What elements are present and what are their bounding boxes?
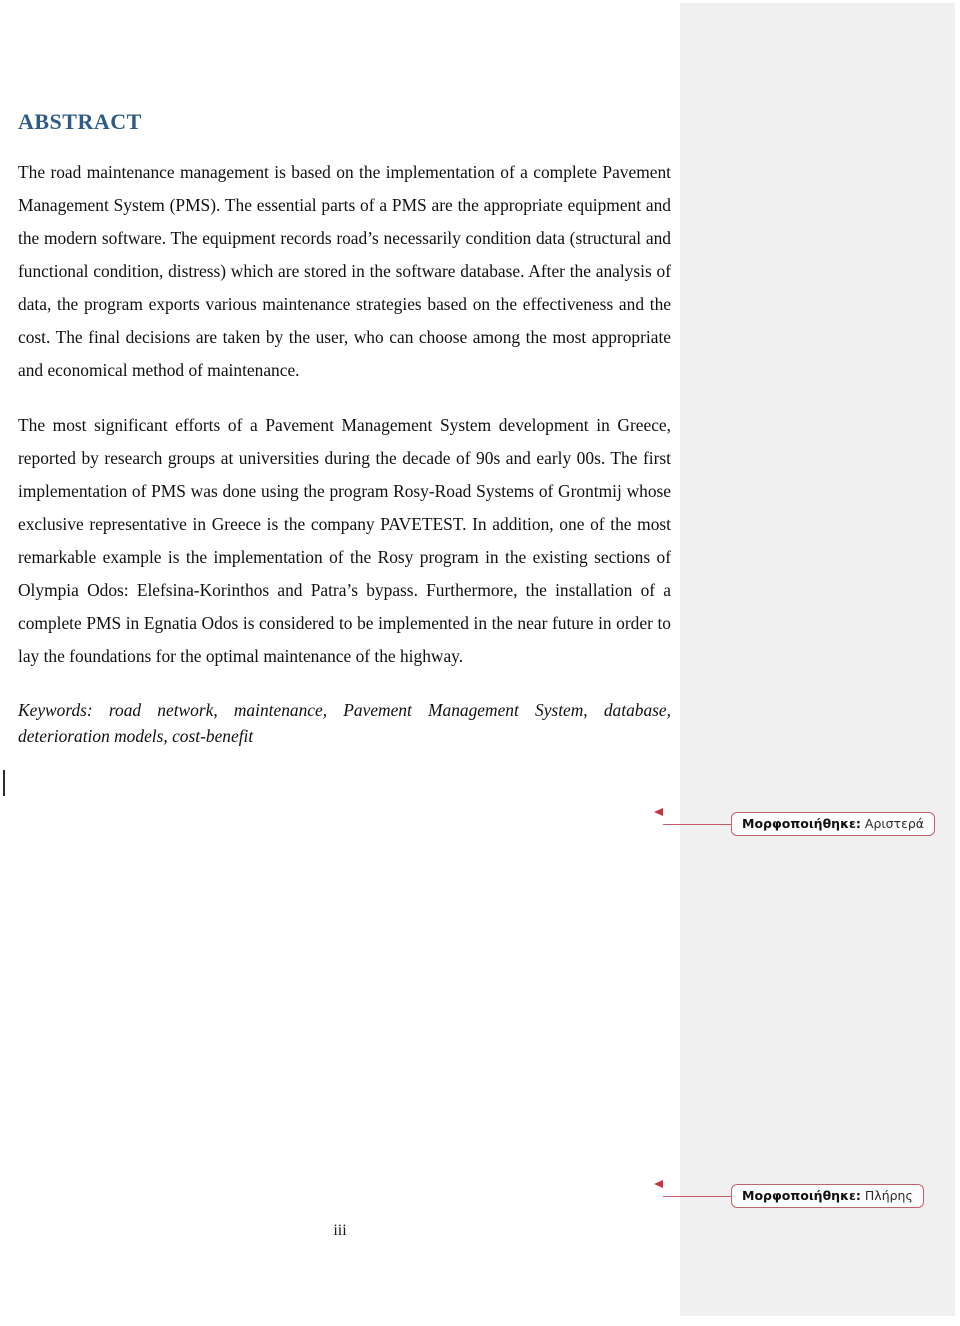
callout-leader-line (663, 1195, 731, 1197)
comment-margin-panel (680, 3, 955, 1316)
comment-callout-formatted-left[interactable]: Μορφοποιήθηκε: Αριστερά (654, 808, 936, 836)
callout-bubble[interactable]: Μορφοποιήθηκε: Πλήρης (731, 1184, 924, 1208)
document-page: ABSTRACT The road maintenance management… (0, 0, 680, 1326)
callout-value: Αριστερά (864, 816, 925, 831)
callout-arrow-icon (654, 1180, 663, 1188)
keywords-line: Keywords: road network, maintenance, Pav… (18, 700, 671, 747)
abstract-paragraph-1: The road maintenance management is based… (18, 162, 671, 381)
callout-leader-line (663, 823, 731, 825)
callout-arrow-icon (654, 808, 663, 816)
comment-callout-formatted-justified[interactable]: Μορφοποιήθηκε: Πλήρης (654, 1180, 924, 1208)
text-column: ABSTRACT The road maintenance management… (18, 109, 671, 749)
abstract-paragraph-2: The most significant efforts of a Paveme… (18, 415, 671, 667)
revision-change-bar (3, 770, 5, 796)
keywords-block: Keywords: road network, maintenance, Pav… (18, 697, 671, 749)
callout-value: Πλήρης (864, 1188, 913, 1203)
callout-bubble[interactable]: Μορφοποιήθηκε: Αριστερά (731, 812, 936, 836)
page-title: ABSTRACT (18, 109, 142, 134)
callout-label: Μορφοποιήθηκε: (742, 816, 861, 831)
callout-label: Μορφοποιήθηκε: (742, 1188, 861, 1203)
page-number: iii (333, 1222, 347, 1239)
